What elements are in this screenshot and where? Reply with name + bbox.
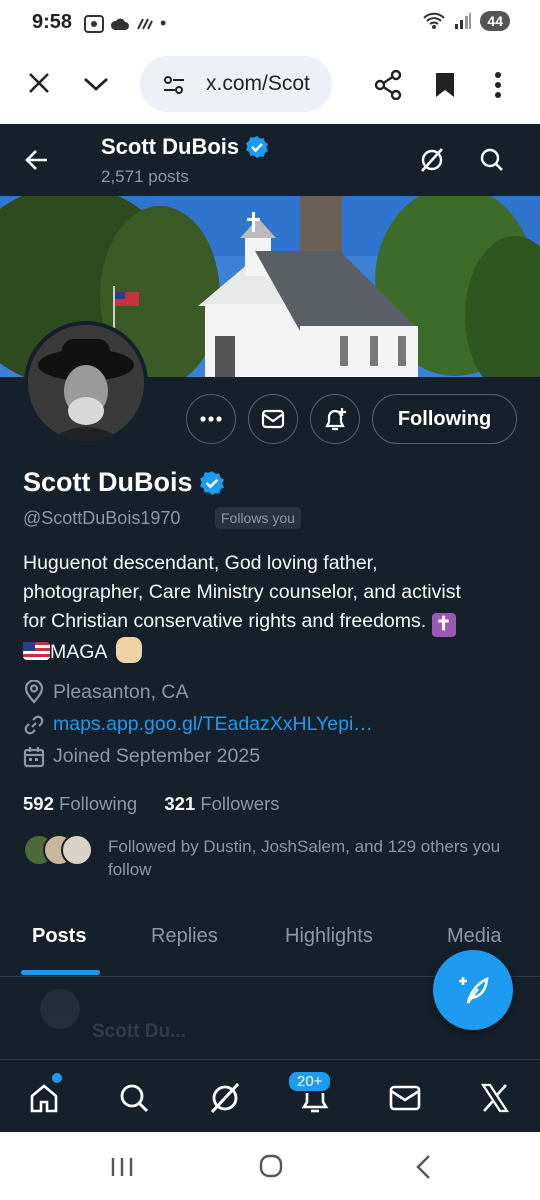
status-notification-icons: • xyxy=(84,13,166,34)
bio-line: photographer, Care Ministry counselor, a… xyxy=(23,581,461,603)
wifi-icon xyxy=(423,12,446,29)
recent-apps-icon[interactable] xyxy=(110,1156,134,1178)
tab-media[interactable]: Media xyxy=(447,925,501,948)
verified-badge-icon xyxy=(199,470,224,495)
location-text: Pleasanton, CA xyxy=(53,680,189,703)
following-button[interactable]: Following xyxy=(372,394,517,444)
share-icon[interactable] xyxy=(374,70,402,100)
profile-location: Pleasanton, CA xyxy=(23,680,189,704)
bio-line-3: for Christian conservative rights and fr… xyxy=(23,607,523,637)
nav-x-premium[interactable] xyxy=(475,1078,515,1118)
back-arrow-icon[interactable] xyxy=(25,149,49,171)
home-button-icon[interactable] xyxy=(259,1154,283,1178)
bio-line-4: MAGA xyxy=(23,637,523,667)
compose-feather-icon xyxy=(459,976,489,1004)
signal-icon xyxy=(455,13,472,29)
chevron-down-icon[interactable] xyxy=(82,76,110,92)
status-time: 9:58 xyxy=(32,11,73,33)
browser-toolbar: x.com/Scot xyxy=(0,46,540,124)
joined-text: Joined September 2025 xyxy=(53,745,261,767)
x-logo-icon xyxy=(480,1083,510,1113)
status-bar: 9:58 • 44 xyxy=(0,0,540,46)
verified-badge-icon xyxy=(246,136,269,158)
more-options-button[interactable] xyxy=(186,394,236,444)
active-tab-indicator xyxy=(21,970,100,975)
website-link[interactable]: maps.app.goo.gl/TEadazXxHLYepi… xyxy=(53,713,373,736)
tab-replies[interactable]: Replies xyxy=(151,925,218,948)
notifications-badge: 20+ xyxy=(287,1070,333,1093)
message-button[interactable] xyxy=(248,394,298,444)
compose-post-button[interactable] xyxy=(433,950,513,1030)
dot-icon: • xyxy=(160,13,167,33)
profile-handle: @ScottDuBois1970 xyxy=(23,508,181,528)
system-navigation-bar xyxy=(0,1132,540,1200)
bio-line: Huguenot descendant, God loving father, xyxy=(23,552,378,574)
us-flag-emoji-icon xyxy=(23,642,50,660)
following-count: 592 xyxy=(23,793,54,814)
notifications-toggle-button[interactable] xyxy=(310,394,360,444)
profile-bio: Huguenot descendant, God loving father, … xyxy=(23,549,523,667)
data-saver-icon xyxy=(137,18,153,29)
followers-count: 321 xyxy=(164,793,196,814)
grok-icon[interactable] xyxy=(419,147,445,173)
following-count-link[interactable]: 592 Following xyxy=(23,793,137,814)
tab-highlights[interactable]: Highlights xyxy=(285,925,373,948)
latin-cross-emoji-icon: ✝ xyxy=(431,613,456,637)
location-pin-icon xyxy=(24,680,44,704)
calendar-icon xyxy=(23,746,45,767)
nav-grok[interactable] xyxy=(205,1078,245,1118)
home-unread-dot xyxy=(52,1073,62,1083)
post-author-name: Scott Du... xyxy=(92,1021,186,1042)
bio-line: for Christian conservative rights and fr… xyxy=(23,610,427,632)
mutual-avatar xyxy=(61,834,93,866)
bio-line: MAGA xyxy=(50,641,107,663)
url-text: x.com/Scot xyxy=(206,72,310,95)
mutual-followers-avatars[interactable] xyxy=(23,834,93,868)
followed-by-text[interactable]: Followed by Dustin, JoshSalem, and 129 o… xyxy=(108,835,518,881)
profile-name-text: Scott DuBois xyxy=(23,467,193,497)
header-posts-count: 2,571 posts xyxy=(101,167,189,186)
nav-home[interactable] xyxy=(24,1078,64,1118)
close-icon[interactable] xyxy=(28,72,50,94)
tab-posts[interactable]: Posts xyxy=(32,925,86,948)
profile-website: maps.app.goo.gl/TEadazXxHLYepi… xyxy=(23,713,373,736)
post-avatar xyxy=(40,989,80,1029)
status-right: 44 xyxy=(422,11,510,31)
nav-messages[interactable] xyxy=(385,1078,425,1118)
header-name: Scott DuBois xyxy=(101,134,269,160)
follow-counts: 592 Following 321 Followers xyxy=(23,793,280,815)
followers-label: Followers xyxy=(200,793,280,814)
search-icon[interactable] xyxy=(480,148,504,172)
cloud-icon xyxy=(110,18,129,30)
header-name-text: Scott DuBois xyxy=(101,134,240,159)
profile-joined: Joined September 2025 xyxy=(23,745,260,768)
search-icon xyxy=(120,1084,149,1113)
more-horizontal-icon xyxy=(200,416,222,422)
nav-search[interactable] xyxy=(114,1078,154,1118)
following-label: Following xyxy=(59,793,138,814)
profile-display-name: Scott DuBois xyxy=(23,467,225,498)
grok-icon xyxy=(210,1082,240,1114)
bell-plus-icon xyxy=(325,408,346,431)
x-profile-page: Scott DuBois 2,571 posts Following Scott… xyxy=(0,124,540,1132)
profile-avatar[interactable] xyxy=(24,321,148,445)
back-icon[interactable] xyxy=(414,1154,432,1180)
followers-count-link[interactable]: 321 Followers xyxy=(164,793,279,814)
screenshot-icon xyxy=(84,14,104,33)
more-vert-icon[interactable] xyxy=(494,72,502,98)
profile-top-bar: Scott DuBois 2,571 posts xyxy=(0,124,540,196)
bottom-nav: 20+ xyxy=(0,1059,540,1132)
url-bar[interactable]: x.com/Scot xyxy=(140,56,332,112)
mail-icon xyxy=(261,409,285,429)
site-settings-icon[interactable] xyxy=(162,74,186,96)
home-icon xyxy=(30,1084,58,1113)
follows-you-badge: Follows you xyxy=(215,507,301,529)
bookmark-icon[interactable] xyxy=(434,71,456,99)
battery-indicator: 44 xyxy=(480,11,510,31)
link-icon xyxy=(24,715,44,734)
raised-fist-emoji-icon xyxy=(115,637,142,663)
mail-icon xyxy=(389,1085,421,1111)
